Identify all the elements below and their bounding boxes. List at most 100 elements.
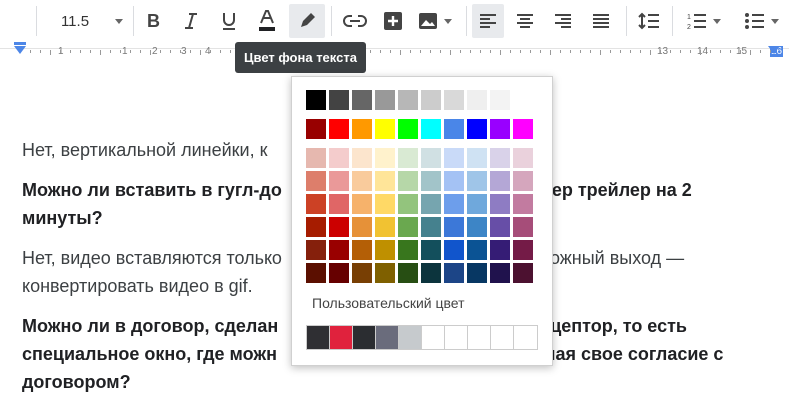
color-swatch[interactable] <box>421 240 441 260</box>
color-swatch[interactable] <box>398 263 418 283</box>
color-swatch[interactable] <box>421 90 441 110</box>
align-right-button[interactable] <box>548 4 578 38</box>
color-swatch[interactable] <box>422 326 445 349</box>
color-swatch[interactable] <box>375 240 395 260</box>
color-swatch[interactable] <box>306 217 326 237</box>
color-swatch[interactable] <box>444 194 464 214</box>
color-swatch[interactable] <box>398 240 418 260</box>
highlight-color-button[interactable] <box>289 4 325 38</box>
color-swatch[interactable] <box>306 90 326 110</box>
color-swatch[interactable] <box>421 119 441 139</box>
color-swatch[interactable] <box>444 148 464 168</box>
color-swatch[interactable] <box>467 263 487 283</box>
color-swatch[interactable] <box>513 90 533 110</box>
color-swatch[interactable] <box>513 263 533 283</box>
color-swatch[interactable] <box>306 119 326 139</box>
color-swatch[interactable] <box>513 171 533 191</box>
color-swatch[interactable] <box>352 148 372 168</box>
first-line-indent-marker[interactable] <box>14 42 26 45</box>
color-swatch[interactable] <box>444 90 464 110</box>
color-swatch[interactable] <box>467 90 487 110</box>
line-spacing-button[interactable] <box>634 4 664 38</box>
color-swatch[interactable] <box>444 119 464 139</box>
color-swatch[interactable] <box>329 240 349 260</box>
color-swatch[interactable] <box>398 171 418 191</box>
italic-button[interactable] <box>178 4 204 38</box>
insert-image-button[interactable] <box>414 4 456 38</box>
color-swatch[interactable] <box>307 326 330 349</box>
color-swatch[interactable] <box>467 194 487 214</box>
color-swatch[interactable] <box>490 90 510 110</box>
color-swatch[interactable] <box>513 194 533 214</box>
color-swatch[interactable] <box>514 326 537 349</box>
color-swatch[interactable] <box>329 171 349 191</box>
color-swatch[interactable] <box>513 240 533 260</box>
color-swatch[interactable] <box>421 148 441 168</box>
color-swatch[interactable] <box>375 119 395 139</box>
color-swatch[interactable] <box>330 326 353 349</box>
color-swatch[interactable] <box>491 326 514 349</box>
color-swatch[interactable] <box>444 263 464 283</box>
color-swatch[interactable] <box>421 171 441 191</box>
color-swatch[interactable] <box>490 148 510 168</box>
color-swatch[interactable] <box>399 326 422 349</box>
color-swatch[interactable] <box>444 217 464 237</box>
color-swatch[interactable] <box>306 171 326 191</box>
color-swatch[interactable] <box>398 90 418 110</box>
color-swatch[interactable] <box>398 119 418 139</box>
color-swatch[interactable] <box>513 148 533 168</box>
text-color-button[interactable] <box>254 4 280 38</box>
color-swatch[interactable] <box>353 326 376 349</box>
color-swatch[interactable] <box>375 90 395 110</box>
left-indent-marker[interactable] <box>14 46 26 54</box>
font-size-dropdown[interactable]: 11.5 <box>58 4 126 38</box>
align-center-button[interactable] <box>510 4 540 38</box>
color-swatch[interactable] <box>329 119 349 139</box>
align-left-button[interactable] <box>472 4 504 38</box>
add-comment-button[interactable] <box>378 4 408 38</box>
underline-button[interactable] <box>216 4 242 38</box>
color-swatch[interactable] <box>490 263 510 283</box>
horizontal-ruler[interactable]: 1 1 2 3 4 13 14 15 16 <box>0 42 789 62</box>
color-swatch[interactable] <box>421 217 441 237</box>
color-swatch[interactable] <box>467 217 487 237</box>
color-swatch[interactable] <box>490 194 510 214</box>
color-swatch[interactable] <box>306 263 326 283</box>
color-swatch[interactable] <box>444 240 464 260</box>
color-swatch[interactable] <box>375 263 395 283</box>
bold-button[interactable]: B <box>140 4 166 38</box>
color-swatch[interactable] <box>352 119 372 139</box>
color-swatch[interactable] <box>306 240 326 260</box>
color-swatch[interactable] <box>329 90 349 110</box>
color-swatch[interactable] <box>490 119 510 139</box>
color-swatch[interactable] <box>421 263 441 283</box>
color-swatch[interactable] <box>421 194 441 214</box>
color-swatch[interactable] <box>352 263 372 283</box>
color-swatch[interactable] <box>306 148 326 168</box>
color-swatch[interactable] <box>467 240 487 260</box>
color-swatch[interactable] <box>398 194 418 214</box>
custom-color-label[interactable]: Пользовательский цвет <box>312 295 465 311</box>
color-swatch[interactable] <box>490 240 510 260</box>
color-swatch[interactable] <box>375 148 395 168</box>
color-swatch[interactable] <box>490 171 510 191</box>
bulleted-list-button[interactable] <box>740 4 784 38</box>
color-swatch[interactable] <box>375 217 395 237</box>
color-swatch[interactable] <box>329 217 349 237</box>
justify-button[interactable] <box>586 4 616 38</box>
color-swatch[interactable] <box>329 194 349 214</box>
color-swatch[interactable] <box>445 326 468 349</box>
color-swatch[interactable] <box>444 171 464 191</box>
color-swatch[interactable] <box>376 326 399 349</box>
color-swatch[interactable] <box>513 119 533 139</box>
color-swatch[interactable] <box>306 194 326 214</box>
color-swatch[interactable] <box>352 90 372 110</box>
color-swatch[interactable] <box>352 240 372 260</box>
color-swatch[interactable] <box>329 263 349 283</box>
color-swatch[interactable] <box>375 194 395 214</box>
color-swatch[interactable] <box>398 217 418 237</box>
color-swatch[interactable] <box>490 217 510 237</box>
color-swatch[interactable] <box>468 326 491 349</box>
color-swatch[interactable] <box>398 148 418 168</box>
numbered-list-button[interactable]: 12 <box>682 4 726 38</box>
